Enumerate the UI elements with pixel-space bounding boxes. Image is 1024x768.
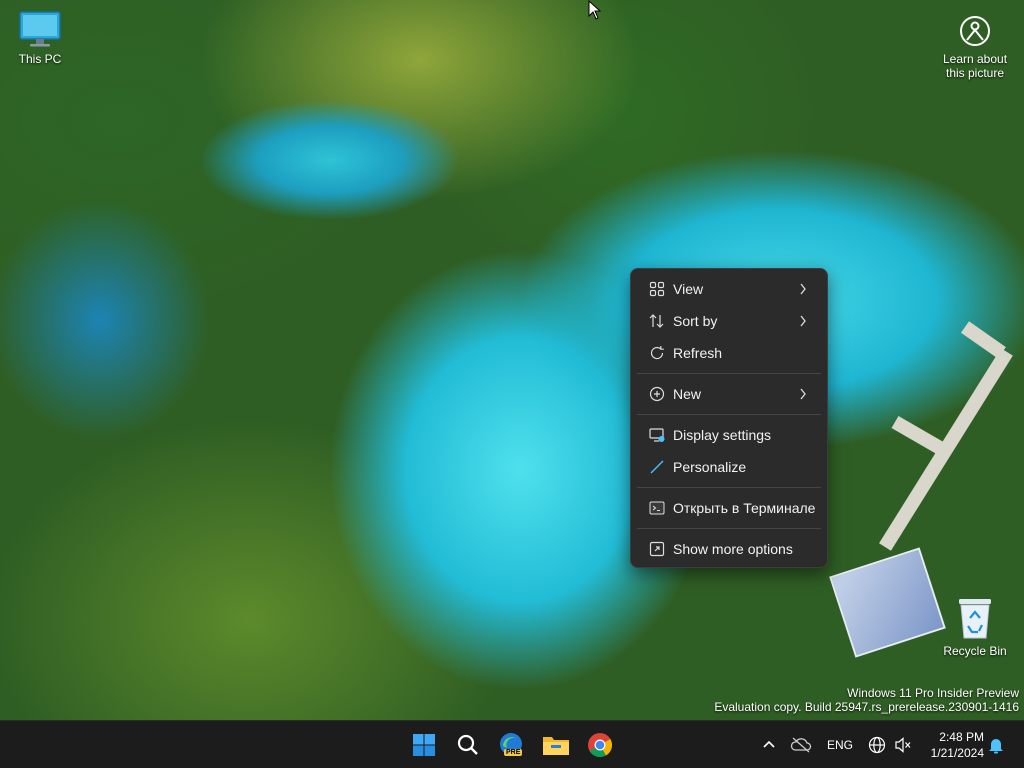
- chevron-right-icon: [800, 315, 806, 327]
- clock-date: 1/21/2024: [930, 746, 984, 760]
- recycle-bin-icon: [959, 599, 991, 639]
- clock-time: 2:48 PM: [939, 730, 984, 744]
- windows-start-icon: [413, 734, 435, 756]
- menu-item-new[interactable]: New: [635, 378, 823, 410]
- wallpaper-boardwalk-branch: [960, 321, 1006, 359]
- terminal-icon: [649, 501, 665, 515]
- chevron-right-icon: [800, 388, 806, 400]
- new-plus-icon: [649, 386, 665, 402]
- chrome-icon: [588, 733, 613, 758]
- menu-separator: [637, 528, 821, 529]
- learn-line2: this picture: [945, 66, 1005, 80]
- view-grid-icon: [649, 281, 665, 297]
- desktop-icon-this-pc[interactable]: This PC: [5, 10, 75, 66]
- desktop-icon-label: Recycle Bin: [943, 644, 1007, 658]
- menu-item-label: Display settings: [673, 427, 772, 443]
- mouse-cursor-icon: [588, 0, 602, 20]
- notification-bell-icon[interactable]: [988, 736, 1004, 754]
- watermark-line1: Windows 11 Pro Insider Preview: [847, 686, 1019, 700]
- menu-item-label: Show more options: [673, 541, 793, 557]
- display-settings-icon: [649, 428, 665, 442]
- brush-icon: [650, 460, 664, 474]
- evaluation-watermark: Windows 11 Pro Insider Preview Evaluatio…: [714, 686, 1019, 714]
- menu-item-label: Sort by: [673, 313, 718, 329]
- menu-item-label: Открыть в Терминале: [673, 500, 816, 516]
- spotlight-icon: [960, 16, 990, 46]
- menu-item-label: Personalize: [673, 459, 747, 475]
- sort-icon: [649, 314, 664, 328]
- taskbar: PRE ENG 2:48 PM 1/21/2024: [0, 720, 1024, 768]
- learn-about-picture[interactable]: Learn about this picture: [930, 14, 1020, 80]
- desktop-icon-recycle-bin[interactable]: Recycle Bin: [940, 596, 1010, 658]
- onedrive-offline-icon[interactable]: [790, 737, 812, 753]
- desktop-icon-label: This PC: [18, 52, 62, 66]
- search-icon: [457, 734, 478, 755]
- wallpaper-hut: [829, 547, 946, 658]
- menu-item-personalize[interactable]: Personalize: [635, 451, 823, 483]
- desktop-context-menu: View Sort by Refresh New Display setting…: [630, 268, 828, 568]
- chevron-right-icon: [800, 283, 806, 295]
- menu-item-display-settings[interactable]: Display settings: [635, 419, 823, 451]
- menu-separator: [637, 373, 821, 374]
- start-button[interactable]: [408, 729, 440, 761]
- input-language[interactable]: ENG: [827, 738, 853, 752]
- volume-muted-icon[interactable]: [894, 737, 912, 753]
- menu-item-open-terminal[interactable]: Открыть в Терминале: [635, 492, 823, 524]
- edge-beta-button[interactable]: PRE: [496, 729, 528, 761]
- menu-item-label: View: [673, 281, 704, 297]
- search-button[interactable]: [452, 729, 484, 761]
- show-hidden-icons-chevron-icon[interactable]: [762, 739, 776, 749]
- network-globe-icon[interactable]: [868, 736, 886, 754]
- learn-line1: Learn about: [942, 52, 1008, 66]
- watermark-line2: Evaluation copy. Build 25947.rs_prerelea…: [714, 700, 1019, 714]
- wallpaper-boardwalk-branch: [891, 415, 947, 456]
- edge-badge: PRE: [504, 749, 523, 756]
- file-explorer-icon: [543, 737, 569, 755]
- more-options-icon: [649, 541, 665, 557]
- menu-separator: [637, 414, 821, 415]
- refresh-icon: [650, 346, 664, 360]
- menu-item-label: New: [673, 386, 702, 402]
- wallpaper-boardwalk: [879, 348, 1013, 551]
- menu-item-label: Refresh: [673, 345, 723, 361]
- menu-item-show-more-options[interactable]: Show more options: [635, 533, 823, 565]
- clock[interactable]: 2:48 PM 1/21/2024: [918, 729, 984, 761]
- chrome-button[interactable]: [584, 729, 616, 761]
- file-explorer-button[interactable]: [540, 729, 572, 761]
- menu-separator: [637, 487, 821, 488]
- menu-item-sort-by[interactable]: Sort by: [635, 305, 823, 337]
- menu-item-refresh[interactable]: Refresh: [635, 337, 823, 369]
- menu-item-view[interactable]: View: [635, 273, 823, 305]
- monitor-icon: [19, 11, 61, 47]
